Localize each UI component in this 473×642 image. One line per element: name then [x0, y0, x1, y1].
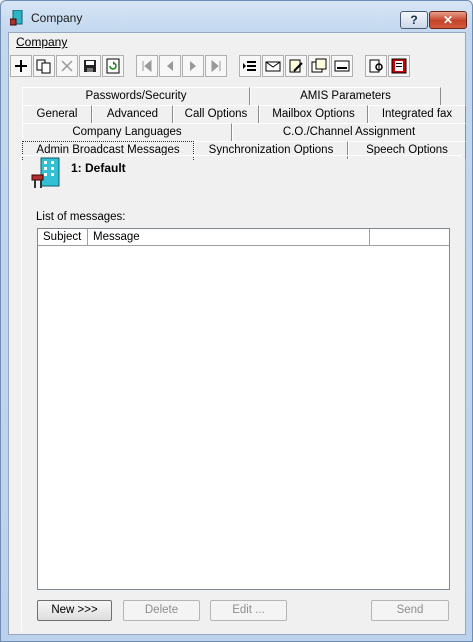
- refresh-icon: [106, 58, 120, 74]
- edit-properties-button[interactable]: [285, 55, 307, 77]
- previous-record-icon: [167, 61, 173, 71]
- tab-co-channel-assignment[interactable]: C.O./Channel Assignment: [232, 123, 466, 141]
- delete-button[interactable]: Delete: [123, 600, 200, 621]
- edit-properties-icon: [289, 59, 303, 73]
- list-header: Subject Message: [38, 229, 449, 246]
- mail-button[interactable]: [262, 55, 284, 77]
- menu-company[interactable]: Company: [16, 35, 67, 49]
- delete-button[interactable]: [56, 55, 78, 77]
- client-area: Company Passwords/Security AMIS Paramete…: [8, 32, 466, 635]
- edit-button[interactable]: Edit ...: [210, 600, 287, 621]
- tab-amis-parameters[interactable]: AMIS Parameters: [250, 87, 441, 105]
- help-button[interactable]: ?: [400, 11, 428, 29]
- mail-icon: [265, 61, 281, 72]
- new-button[interactable]: New >>>: [37, 600, 112, 621]
- title-bar[interactable]: Company ? ✕: [1, 1, 472, 31]
- first-record-button[interactable]: [136, 55, 158, 77]
- messages-list[interactable]: Subject Message: [37, 228, 450, 590]
- exit-button[interactable]: [388, 55, 410, 77]
- copy-icon: [36, 59, 51, 74]
- tab-integrated-fax[interactable]: Integrated fax: [368, 105, 466, 123]
- save-icon: [84, 60, 96, 72]
- documents-button[interactable]: [308, 55, 330, 77]
- card-icon: [334, 60, 350, 72]
- last-record-icon: [211, 59, 221, 73]
- next-record-button[interactable]: [182, 55, 204, 77]
- close-button[interactable]: ✕: [429, 11, 467, 29]
- find-icon: [369, 59, 383, 73]
- tab-company-languages[interactable]: Company Languages: [22, 123, 232, 141]
- add-icon: [15, 60, 27, 72]
- delete-icon: [61, 60, 73, 72]
- list-button[interactable]: [239, 55, 261, 77]
- list-of-messages-label: List of messages:: [36, 211, 126, 223]
- send-button[interactable]: Send: [371, 600, 449, 621]
- tab-general[interactable]: General: [22, 105, 92, 123]
- previous-record-button[interactable]: [159, 55, 181, 77]
- column-message[interactable]: Message: [88, 229, 370, 246]
- copy-button[interactable]: [33, 55, 55, 77]
- refresh-button[interactable]: [102, 55, 124, 77]
- exit-icon: [391, 58, 407, 74]
- company-building-icon: [31, 157, 60, 188]
- next-record-icon: [190, 61, 196, 71]
- column-extra[interactable]: [370, 229, 433, 246]
- window-title: Company: [31, 11, 83, 25]
- tab-passwords-security[interactable]: Passwords/Security: [22, 87, 250, 105]
- first-record-icon: [142, 59, 152, 73]
- column-subject[interactable]: Subject: [38, 229, 88, 246]
- add-button[interactable]: [10, 55, 32, 77]
- find-button[interactable]: [365, 55, 387, 77]
- menu-bar: Company: [9, 33, 465, 52]
- tab-call-options[interactable]: Call Options: [173, 105, 259, 123]
- company-name: 1: Default: [71, 161, 126, 175]
- save-button[interactable]: [79, 55, 101, 77]
- list-icon: [243, 61, 256, 71]
- company-building-icon: [10, 10, 23, 26]
- tab-advanced[interactable]: Advanced: [92, 105, 173, 123]
- tab-mailbox-options[interactable]: Mailbox Options: [259, 105, 368, 123]
- documents-icon: [311, 58, 327, 73]
- last-record-button[interactable]: [205, 55, 227, 77]
- company-window: Company ? ✕ Company Passwords/Security A…: [0, 0, 473, 642]
- card-button[interactable]: [331, 55, 353, 77]
